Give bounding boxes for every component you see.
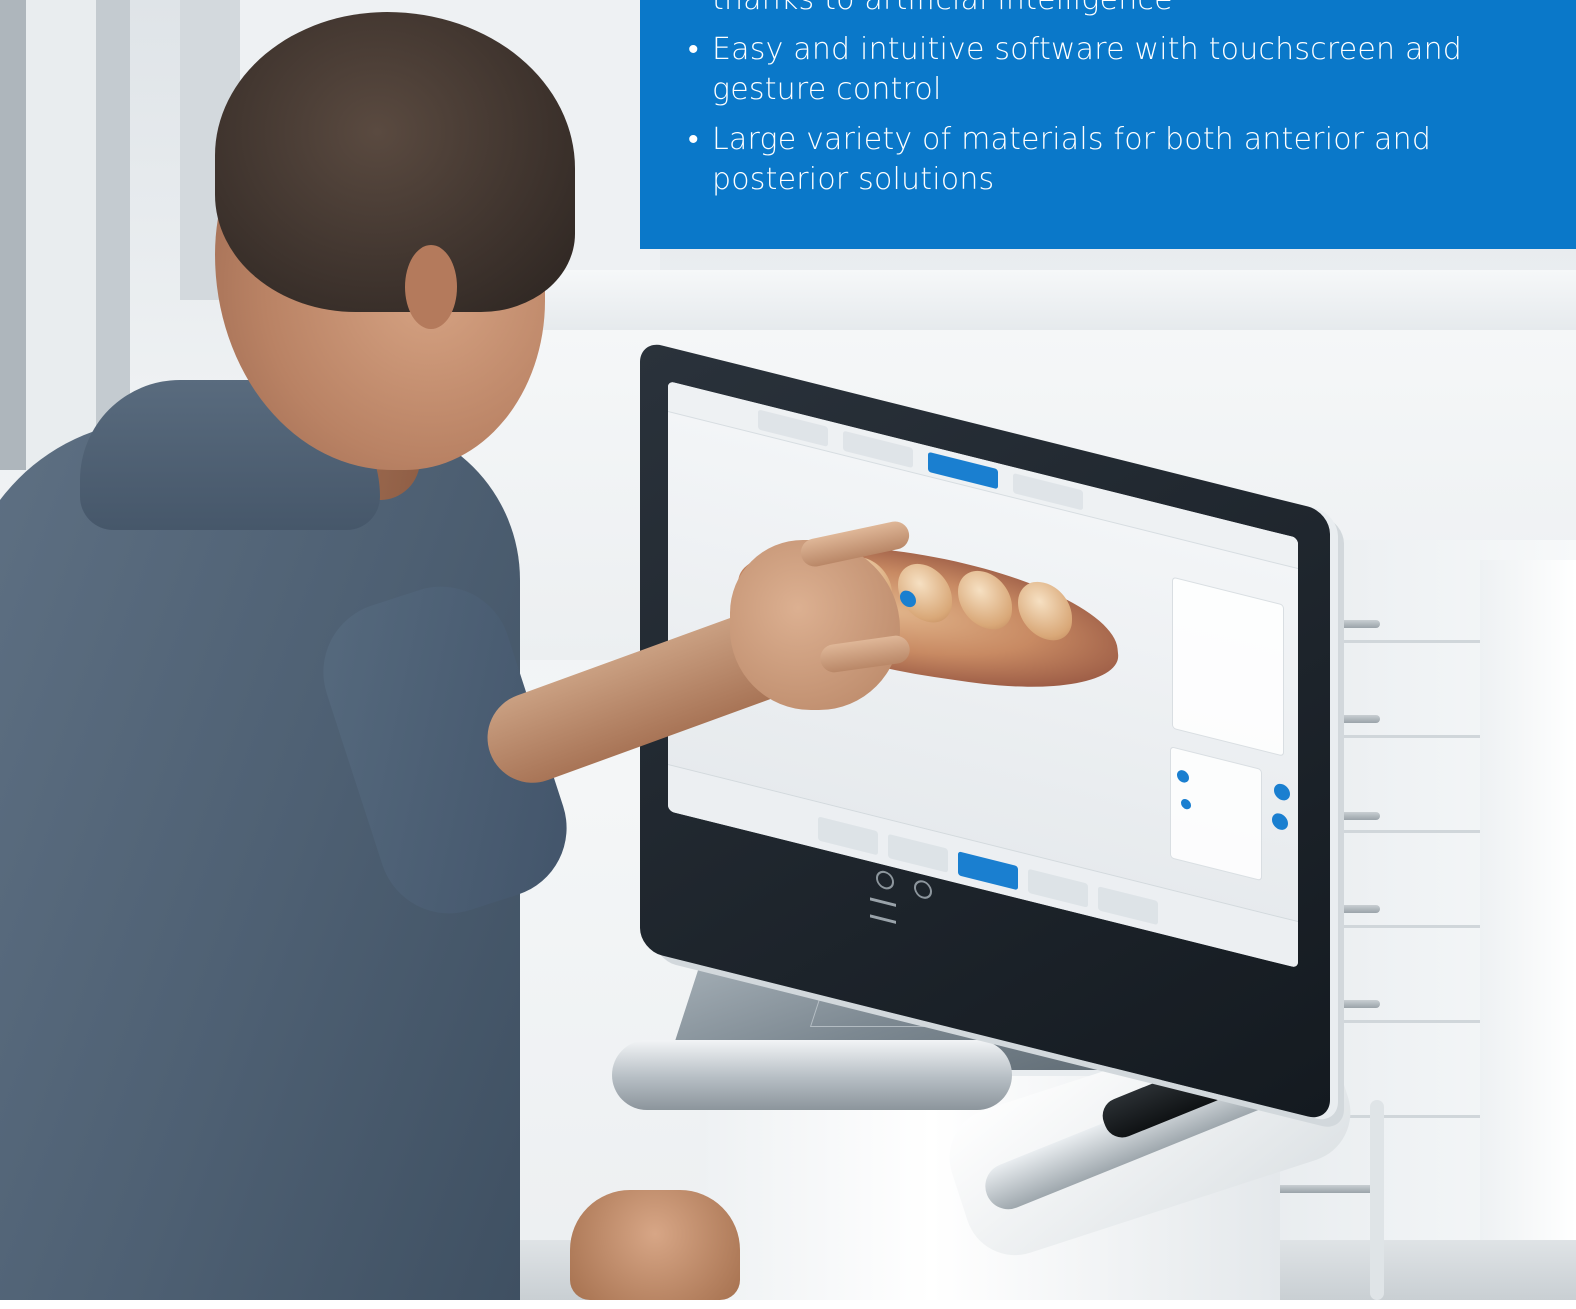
workflow-step bbox=[1098, 886, 1158, 926]
person-left-hand bbox=[570, 1190, 740, 1300]
feature-item-materials: • Large variety of materials for both an… bbox=[688, 120, 1548, 200]
feature-callout-box: thanks to artificial intelligence • Easy… bbox=[640, 0, 1576, 249]
feature-text: Large variety of materials for both ante… bbox=[712, 122, 1432, 197]
bottom-margin bbox=[0, 1300, 1576, 1309]
feature-text: thanks to artificial intelligence bbox=[712, 0, 1173, 17]
workflow-step bbox=[888, 833, 948, 873]
window-pane bbox=[26, 0, 96, 470]
cart-handle bbox=[612, 1040, 1012, 1110]
tool-button-icon bbox=[1272, 811, 1288, 832]
window-frame bbox=[0, 0, 26, 470]
scanner-cable bbox=[1370, 1100, 1384, 1300]
tool-button-icon bbox=[1274, 782, 1290, 803]
workflow-step bbox=[1028, 868, 1088, 908]
tool-icon bbox=[1181, 797, 1191, 811]
workflow-step bbox=[818, 816, 878, 856]
feature-item-ai: thanks to artificial intelligence bbox=[688, 0, 1548, 20]
feature-list: thanks to artificial intelligence • Easy… bbox=[688, 0, 1548, 210]
software-tool-panel bbox=[1170, 746, 1262, 882]
bullet-icon: • bbox=[688, 122, 699, 157]
tool-icon bbox=[1177, 768, 1189, 784]
software-side-panel bbox=[1172, 576, 1284, 757]
person-ear bbox=[405, 245, 457, 329]
bullet-icon: • bbox=[688, 32, 699, 67]
workflow-step-active bbox=[958, 851, 1018, 891]
feature-text: Easy and intuitive software with touchsc… bbox=[712, 32, 1463, 107]
feature-item-software: • Easy and intuitive software with touch… bbox=[688, 30, 1548, 110]
drawer-handle bbox=[1270, 1185, 1380, 1193]
cabinet-side bbox=[1480, 560, 1576, 1300]
